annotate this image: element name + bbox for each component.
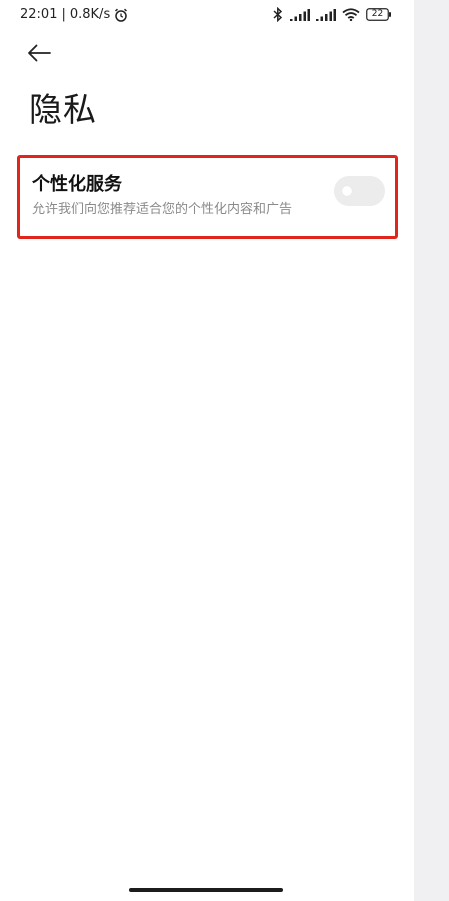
side-gutter	[414, 0, 449, 901]
signal-icon	[290, 8, 310, 21]
privacy-screen: 22:01 | 0.8K/s 22 隐私 个性化服务 允许我们向您推荐适合您的个…	[0, 0, 414, 901]
setting-title: 个性化服务	[32, 174, 122, 195]
status-time: 22:01	[20, 7, 58, 22]
page-title: 隐私	[29, 90, 97, 129]
personalized-service-toggle[interactable]	[334, 176, 385, 206]
status-separator: |	[61, 7, 66, 22]
back-button[interactable]	[22, 38, 56, 68]
arrow-left-icon	[27, 44, 51, 62]
wifi-icon	[342, 8, 360, 21]
battery-level: 22	[371, 9, 384, 19]
toggle-knob	[342, 186, 352, 196]
home-indicator[interactable]	[129, 888, 283, 892]
signal-icon	[316, 8, 336, 21]
alarm-icon	[114, 8, 128, 22]
network-speed: 0.8K/s	[69, 7, 111, 22]
battery-icon: 22	[366, 8, 392, 21]
status-left: 22:01 | 0.8K/s	[20, 7, 128, 22]
setting-description: 允许我们向您推荐适合您的个性化内容和广告	[32, 202, 293, 217]
setting-item-personalized-service[interactable]: 个性化服务 允许我们向您推荐适合您的个性化内容和广告	[17, 155, 398, 239]
bluetooth-icon	[272, 7, 284, 22]
status-right: 22	[272, 7, 392, 22]
status-bar: 22:01 | 0.8K/s 22	[0, 0, 414, 32]
